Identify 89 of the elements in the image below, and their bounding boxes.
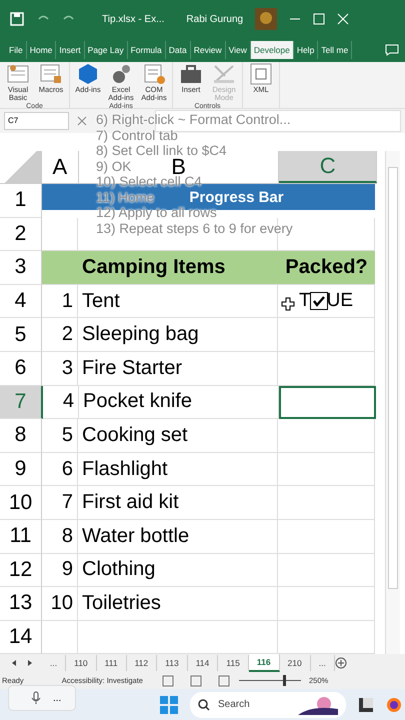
column-header[interactable]: A <box>52 154 68 180</box>
sheet-tab[interactable]: ... <box>42 655 66 672</box>
table-cell: Cooking set <box>78 419 278 453</box>
table-cell: 10 <box>42 587 78 621</box>
table-cell: 2 <box>42 318 78 352</box>
sheet-title: Progress Bar <box>189 188 284 206</box>
user-name: Rabi Gurung <box>186 14 244 24</box>
row-header[interactable]: 10 <box>0 486 42 520</box>
table-cell: Flashlight <box>78 452 278 486</box>
table-header-cell: Camping Items <box>78 251 278 285</box>
table-cell: Tent <box>78 284 278 318</box>
table-cell: Pocket knife <box>79 386 279 420</box>
close-icon[interactable] <box>337 13 350 25</box>
ribbon-tab[interactable]: Tell me <box>318 41 352 59</box>
table-cell: First aid kit <box>78 486 278 520</box>
start-icon[interactable] <box>160 696 178 714</box>
ribbon-tab[interactable]: Review <box>190 41 226 59</box>
search-icon <box>198 698 210 711</box>
previous-sheet-icon[interactable] <box>10 659 18 668</box>
table-cell: 6 <box>42 452 78 486</box>
row-header[interactable]: 5 <box>0 318 42 352</box>
app-icon[interactable] <box>358 696 374 713</box>
cancel-icon[interactable] <box>77 116 87 126</box>
window-title: Tip.xlsx - Ex... <box>102 14 164 24</box>
sheet-tab[interactable]: 113 <box>157 655 188 672</box>
instruction-step: 11) Home <box>96 190 154 205</box>
row-header[interactable]: 2 <box>0 218 42 252</box>
table-cell: Clothing <box>78 554 278 588</box>
row-header[interactable]: 4 <box>0 284 42 318</box>
table-cell: 3 <box>42 352 78 386</box>
ribbon-tab[interactable]: Data <box>166 41 191 59</box>
table-cell: 4 <box>43 386 79 420</box>
ribbon-tab[interactable]: File <box>6 41 27 59</box>
instruction-step: 8) Set Cell link to $C4 <box>96 143 227 158</box>
table-cell[interactable] <box>279 386 376 420</box>
comment-icon[interactable] <box>385 44 399 56</box>
cross-cursor-icon <box>281 297 295 311</box>
table-cell: 7 <box>42 486 78 520</box>
more-options[interactable]: ... <box>53 692 62 704</box>
view-buttons-icon[interactable] <box>160 674 231 687</box>
table-cell: Sleeping bag <box>78 318 278 352</box>
sheet-tab[interactable]: 116 <box>248 654 280 672</box>
table-cell: Toiletries <box>78 587 278 621</box>
avatar-icon[interactable] <box>255 8 278 30</box>
sheet-tab[interactable]: 114 <box>188 655 218 672</box>
column-header[interactable]: C <box>320 153 336 179</box>
row-header[interactable]: 7 <box>0 386 43 420</box>
maximize-icon[interactable] <box>313 13 326 25</box>
cell-value: T <box>298 290 311 312</box>
table-cell: 8 <box>42 520 78 554</box>
cell-value: UE <box>326 290 353 312</box>
table-cell: 9 <box>42 554 78 588</box>
sheet-tab[interactable]: 210 <box>280 655 311 672</box>
ribbon-tab[interactable]: Insert <box>56 41 85 59</box>
taskbar-search[interactable]: Search <box>190 692 346 718</box>
table-cell: 5 <box>42 419 78 453</box>
instruction-step: 13) Repeat steps 6 to 9 for every <box>96 220 293 236</box>
row-header[interactable]: 12 <box>0 554 42 588</box>
ribbon-tab[interactable]: Formula <box>128 41 166 59</box>
row-header[interactable]: 13 <box>0 587 42 621</box>
save-icon[interactable] <box>10 12 24 26</box>
instruction-step: 6) Right-click ~ Format Control... <box>96 112 291 128</box>
browser-icon[interactable] <box>386 696 402 713</box>
row-header[interactable]: 11 <box>0 520 42 554</box>
row-header[interactable]: 8 <box>0 419 42 453</box>
sheet-tab[interactable]: 111 <box>96 655 127 672</box>
ribbon-tab[interactable]: Page Lay <box>84 41 128 59</box>
sheet-tab[interactable]: 112 <box>126 655 158 672</box>
table-cell: Water bottle <box>78 520 278 554</box>
ribbon-tab[interactable]: Develope <box>250 41 294 59</box>
add-sheet-icon[interactable] <box>334 657 347 670</box>
mic-icon[interactable] <box>31 691 41 705</box>
row-header[interactable]: 9 <box>0 452 42 486</box>
table-cell: 1 <box>42 284 78 318</box>
table-header-cell: Packed? <box>278 251 375 285</box>
table-header-cell <box>42 251 78 285</box>
ribbon-tab[interactable]: Help <box>294 41 318 59</box>
table-cell: Fire Starter <box>78 352 278 386</box>
next-sheet-icon[interactable] <box>26 659 34 668</box>
ribbon-tab[interactable]: Home <box>26 41 56 59</box>
instruction-step: 7) Control tab <box>96 128 178 143</box>
vertical-scrollbar[interactable] <box>385 151 400 654</box>
checkbox[interactable] <box>310 292 328 310</box>
name-box[interactable]: C7 <box>4 112 69 130</box>
sheet-tab[interactable]: 110 <box>66 655 97 672</box>
instruction-step: 9) OK <box>96 158 132 174</box>
sheet-tab[interactable]: ... <box>310 655 335 672</box>
zoom-slider-thumb[interactable] <box>282 675 286 686</box>
toolbox-icon <box>178 62 204 86</box>
